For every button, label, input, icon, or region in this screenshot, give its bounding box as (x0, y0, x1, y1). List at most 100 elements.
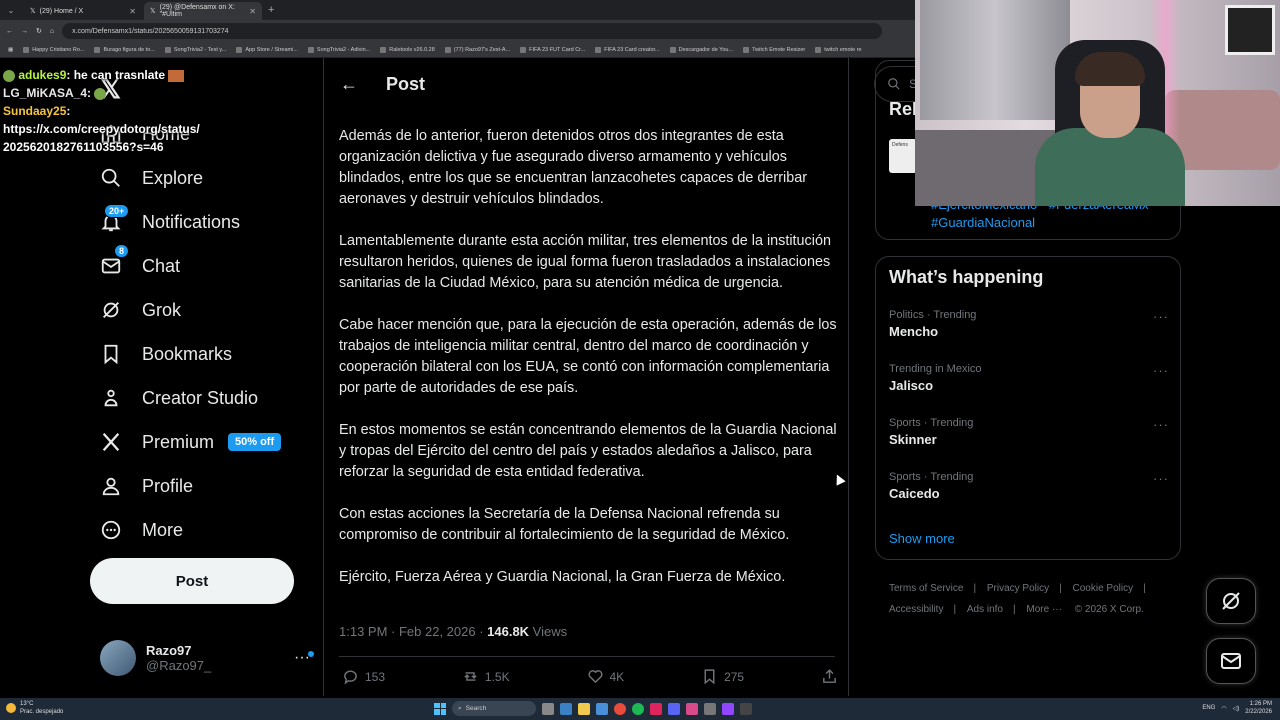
trend-category: Politics · Trending (889, 309, 977, 321)
forward-icon[interactable]: → (21, 28, 28, 35)
trend-item[interactable]: Sports · Trending Caicedo ··· (889, 471, 1169, 501)
bookmark-item[interactable]: (77) Razo97's Zest-A... (444, 46, 510, 53)
spotify-icon[interactable] (632, 702, 644, 715)
chat-link: 2025620182761103556?s=46 (3, 140, 164, 154)
app-icon[interactable] (740, 702, 752, 715)
back-icon[interactable]: ← (6, 28, 13, 35)
bookmark-item[interactable]: SongTrivia2 - Test y... (164, 46, 226, 53)
emote-icon (94, 87, 107, 100)
trend-name: Caicedo (889, 486, 940, 501)
twitch-icon[interactable] (722, 702, 734, 715)
grok-icon (1222, 592, 1240, 610)
nav-explore[interactable]: Explore (100, 156, 203, 200)
clock-time: 1:26 PM (1249, 701, 1272, 707)
trend-item[interactable]: Sports · Trending Skinner ··· (889, 417, 1169, 447)
browser-tab-label: (29) Home / X (39, 7, 84, 15)
like-button[interactable]: 4K (587, 668, 624, 685)
bookmark-item[interactable]: FIFA 23 Card creator... (595, 46, 660, 53)
hashtag-line[interactable]: #GuardiaNacional (931, 214, 1148, 232)
chat-link: https://x.com/creepydotorg/status/ (3, 122, 200, 136)
language-indicator[interactable]: ENG (1202, 705, 1215, 711)
discord-icon[interactable] (668, 702, 680, 715)
file-explorer-icon[interactable] (578, 702, 590, 715)
show-more-link[interactable]: Show more (889, 531, 955, 546)
chat-badge: 8 (114, 244, 130, 258)
app-icon[interactable] (650, 702, 662, 715)
browser-tab-active[interactable]: 𝕏 (29) @Defensamx on X: "#Últim ✕ (144, 2, 262, 20)
relevant-thumbnail[interactable]: Defens (889, 139, 917, 173)
windows-start-icon[interactable] (434, 702, 446, 715)
nav-bookmarks[interactable]: Bookmarks (100, 332, 232, 376)
more-dots-icon[interactable]: ··· (1153, 471, 1169, 486)
app-icon[interactable] (704, 702, 716, 715)
bookmark-item[interactable]: Raletools v26.0.28 (380, 46, 435, 53)
messages-floating-button[interactable] (1206, 638, 1256, 684)
footer-link[interactable]: More ··· (1026, 604, 1062, 615)
premium-discount-badge: 50% off (228, 433, 282, 451)
system-tray: ENG ◠ ◁) 1:26 PM 2/22/2026 (1202, 700, 1272, 716)
bookmark-item[interactable]: Happy Cristiano Ro... (23, 46, 84, 53)
whats-happening-card: What’s happening Politics · Trending Men… (875, 256, 1181, 560)
more-dots-icon[interactable]: ··· (1153, 417, 1169, 432)
nav-premium[interactable]: Premium 50% off (100, 420, 282, 464)
home-icon[interactable]: ⌂ (50, 28, 54, 35)
new-tab-button[interactable]: + (268, 4, 274, 16)
more-dots-icon[interactable]: ··· (294, 649, 314, 667)
tab-menu-icon[interactable]: ⌄ (0, 6, 22, 15)
nav-notifications[interactable]: 20+ Notifications (100, 200, 240, 244)
bookmark-item[interactable]: App Store / Streami... (236, 46, 298, 53)
account-switcher[interactable]: Razo97 @Razo97_ ··· (100, 638, 314, 678)
bookmark-item[interactable]: twitch emote re (815, 46, 862, 53)
more-dots-icon[interactable]: ··· (1153, 309, 1169, 324)
trend-category: Sports · Trending (889, 471, 974, 483)
nav-chat[interactable]: 8 Chat (100, 244, 180, 288)
post-button[interactable]: Post (90, 558, 294, 604)
repost-button[interactable]: 1.5K (462, 668, 510, 685)
footer-link[interactable]: Ads info (967, 604, 1003, 615)
store-icon[interactable] (596, 702, 608, 715)
back-arrow-icon[interactable]: ← (340, 74, 358, 95)
nav-grok[interactable]: Grok (100, 288, 181, 332)
weather-desc: Prac. despejado (20, 709, 64, 715)
nav-creator-studio[interactable]: Creator Studio (100, 376, 258, 420)
reply-button[interactable]: 153 (342, 668, 385, 685)
browser-tab[interactable]: 𝕏 (29) Home / X ✕ (24, 2, 142, 20)
post-timestamp[interactable]: 1:13 PM · Feb 22, 2026 · (339, 624, 487, 639)
app-icon[interactable] (686, 702, 698, 715)
apps-icon[interactable]: ▦ (8, 47, 13, 53)
url-field[interactable]: x.com/Defensamx1/status/2025650059131703… (62, 23, 883, 39)
more-dots-icon[interactable]: ··· (1153, 363, 1169, 378)
bookmark-item[interactable]: SongTrivia2 - Adivin... (307, 46, 370, 53)
bookmark-item[interactable]: Twitch Emote Resizer (743, 46, 805, 53)
taskbar-search[interactable]: ⌕ Search (452, 701, 536, 716)
footer-link[interactable]: Accessibility (889, 604, 943, 615)
weather-widget[interactable]: 13°C Prac. despejado (6, 700, 63, 716)
wifi-icon[interactable]: ◠ (1221, 705, 1226, 712)
grok-floating-button[interactable] (1206, 578, 1256, 624)
nav-profile[interactable]: Profile (100, 464, 193, 508)
share-button[interactable] (821, 668, 838, 685)
footer-link[interactable]: Privacy Policy (987, 583, 1049, 594)
nav-explore-label: Explore (142, 167, 204, 188)
edge-icon[interactable] (560, 702, 572, 715)
reload-icon[interactable]: ↻ (36, 27, 42, 35)
bookmark-item[interactable]: Descargador de You... (669, 46, 733, 53)
footer-link[interactable]: Cookie Policy (1073, 583, 1134, 594)
trend-item[interactable]: Trending in Mexico Jalisco ··· (889, 363, 1169, 393)
close-tab-icon[interactable]: ✕ (129, 7, 136, 16)
clock[interactable]: 1:26 PM 2/22/2026 (1245, 700, 1272, 716)
bookmark-item[interactable]: Burago figura de to... (94, 46, 155, 53)
chrome-icon[interactable] (614, 702, 626, 715)
bookmark-item[interactable]: FIFA 23 FUT Card Cr... (520, 46, 585, 53)
bookmark-button[interactable]: 275 (701, 668, 744, 685)
trend-item[interactable]: Politics · Trending Mencho ··· (889, 309, 1169, 339)
volume-icon[interactable]: ◁) (1233, 705, 1240, 712)
badge-icon (3, 69, 15, 82)
close-tab-icon[interactable]: ✕ (249, 7, 256, 16)
chat-text: : (66, 104, 71, 118)
nav-more[interactable]: More (100, 508, 183, 552)
trend-name: Mencho (889, 324, 939, 339)
task-view-icon[interactable] (542, 702, 554, 715)
os-taskbar: 13°C Prac. despejado ⌕ Search ENG ◠ ◁) 1… (0, 698, 1280, 720)
footer-link[interactable]: Terms of Service (889, 583, 963, 594)
